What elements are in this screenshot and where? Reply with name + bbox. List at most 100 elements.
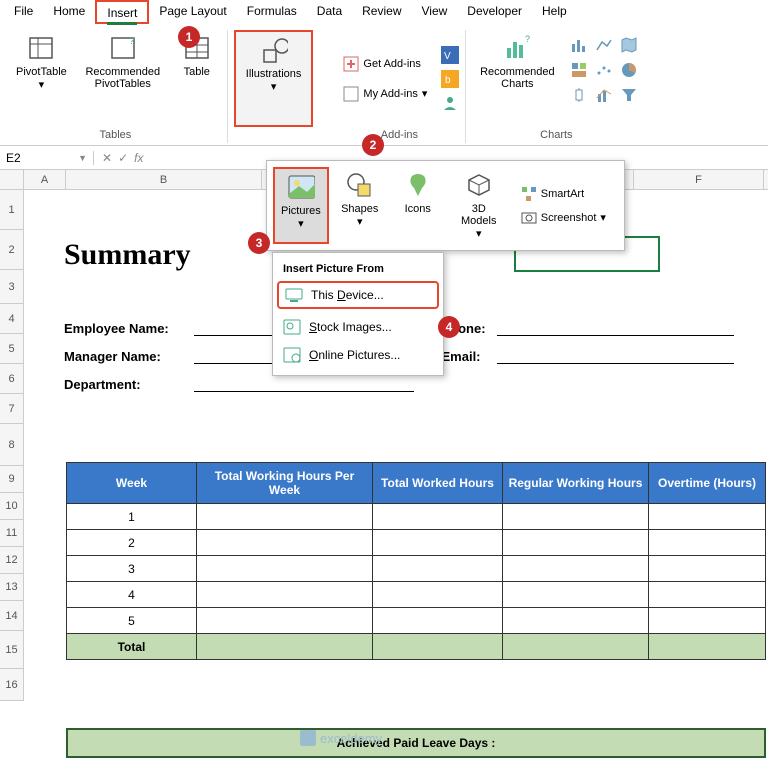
tables-group-label: Tables <box>99 127 131 143</box>
3d-models-button[interactable]: 3D Models ▾ <box>449 167 509 244</box>
recommended-charts-label: Recommended Charts <box>478 66 556 90</box>
pivottable-button[interactable]: PivotTable ▾ <box>10 30 73 127</box>
badge-4: 4 <box>438 316 460 338</box>
3d-models-icon <box>465 171 493 199</box>
recommended-pivottables-button[interactable]: ? Recommended PivotTables <box>79 30 167 127</box>
chart-column-icon[interactable] <box>568 34 590 56</box>
pictures-button[interactable]: Pictures ▾ <box>273 167 329 244</box>
insert-picture-from-panel: Insert Picture From This Device... Stock… <box>272 252 444 376</box>
menu-page-layout[interactable]: Page Layout <box>149 0 236 24</box>
illustrations-label: Illustrations <box>246 68 302 80</box>
row-5[interactable]: 5 <box>0 334 24 364</box>
icons-button[interactable]: Icons <box>391 167 445 244</box>
row-4[interactable]: 4 <box>0 304 24 334</box>
menu-formulas[interactable]: Formulas <box>237 0 307 24</box>
chart-combo-icon[interactable] <box>593 84 615 106</box>
shapes-button[interactable]: Shapes ▾ <box>333 167 387 244</box>
stock-images-label: Stock Images... <box>309 320 392 334</box>
name-box-value: E2 <box>6 151 21 165</box>
chart-hierarchy-icon[interactable] <box>568 59 590 81</box>
pivottable-icon <box>27 34 55 62</box>
row-15[interactable]: 15 <box>0 631 24 669</box>
chart-type-grid <box>568 30 640 127</box>
chart-scatter-icon[interactable] <box>593 59 615 81</box>
row-10[interactable]: 10 <box>0 493 24 520</box>
menu-data[interactable]: Data <box>307 0 352 24</box>
badge-1: 1 <box>178 26 200 48</box>
menu-file[interactable]: File <box>4 0 43 24</box>
get-addins-icon <box>343 56 359 72</box>
th-twh: Total Worked Hours <box>373 463 503 504</box>
row-1[interactable]: 1 <box>0 190 24 230</box>
chart-stats-icon[interactable] <box>568 84 590 106</box>
pictures-icon <box>287 173 315 201</box>
row-8[interactable]: 8 <box>0 424 24 466</box>
this-device-option[interactable]: This Device... <box>277 281 439 309</box>
fx-icon[interactable]: fx <box>134 151 143 165</box>
my-addins-icon <box>343 86 359 102</box>
bing-icon[interactable]: b <box>441 70 459 88</box>
screenshot-label: Screenshot <box>541 212 597 224</box>
row-7[interactable]: 7 <box>0 394 24 424</box>
phone-field[interactable] <box>497 320 735 336</box>
3d-models-label: 3D Models <box>455 203 503 227</box>
my-addins-button[interactable]: My Add-ins ▾ <box>339 84 431 104</box>
row-13[interactable]: 13 <box>0 574 24 601</box>
illustrations-icon <box>260 36 288 64</box>
menu-developer[interactable]: Developer <box>457 0 532 24</box>
watermark-icon <box>300 730 316 746</box>
chart-pie-icon[interactable] <box>618 59 640 81</box>
page-title: Summary <box>24 238 191 272</box>
table-row: 5 <box>67 608 766 634</box>
col-F[interactable]: F <box>634 170 764 189</box>
illustrations-button[interactable]: Illustrations ▾ <box>234 30 314 127</box>
confirm-icon[interactable]: ✓ <box>118 151 128 165</box>
row-2[interactable]: 2 <box>0 230 24 270</box>
visio-icon[interactable]: V <box>441 46 459 64</box>
this-device-icon <box>285 287 303 303</box>
insert-picture-from-title: Insert Picture From <box>273 259 443 281</box>
chart-map-icon[interactable] <box>618 34 640 56</box>
row-12[interactable]: 12 <box>0 547 24 574</box>
department-field[interactable] <box>194 376 414 392</box>
email-field[interactable] <box>497 348 735 364</box>
screenshot-button[interactable]: Screenshot ▾ <box>517 208 610 228</box>
pictures-label: Pictures <box>281 205 321 217</box>
chevron-down-icon: ▼ <box>78 153 87 163</box>
chevron-down-icon: ▾ <box>271 80 277 93</box>
row-11[interactable]: 11 <box>0 520 24 547</box>
my-addins-label: My Add-ins <box>363 88 417 100</box>
cancel-icon[interactable]: ✕ <box>102 151 112 165</box>
menu-view[interactable]: View <box>412 0 458 24</box>
online-pictures-icon <box>283 347 301 363</box>
th-week: Week <box>67 463 197 504</box>
svg-text:?: ? <box>129 36 135 47</box>
get-addins-label: Get Add-ins <box>363 58 420 70</box>
row-3[interactable]: 3 <box>0 270 24 304</box>
stock-images-option[interactable]: Stock Images... <box>273 313 443 341</box>
smartart-button[interactable]: SmartArt <box>517 184 610 204</box>
menu-help[interactable]: Help <box>532 0 577 24</box>
recommended-charts-button[interactable]: ? Recommended Charts <box>472 30 562 127</box>
online-pictures-option[interactable]: Online Pictures... <box>273 341 443 369</box>
col-B[interactable]: B <box>66 170 262 189</box>
ribbon-group-addins: Get Add-ins My Add-ins ▾ V b Add-ins <box>319 30 466 143</box>
row-9[interactable]: 9 <box>0 466 24 493</box>
row-14[interactable]: 14 <box>0 601 24 631</box>
col-A[interactable]: A <box>24 170 66 189</box>
ribbon: PivotTable ▾ ? Recommended PivotTables T… <box>0 24 768 146</box>
get-addins-button[interactable]: Get Add-ins <box>339 54 431 74</box>
chart-funnel-icon[interactable] <box>618 84 640 106</box>
menu-insert[interactable]: Insert <box>95 0 149 24</box>
people-icon[interactable] <box>441 94 459 112</box>
row-16[interactable]: 16 <box>0 669 24 701</box>
row-6[interactable]: 6 <box>0 364 24 394</box>
th-twhpw: Total Working Hours Per Week <box>197 463 373 504</box>
chart-line-icon[interactable] <box>593 34 615 56</box>
menu-home[interactable]: Home <box>43 0 95 24</box>
chevron-down-icon: ▾ <box>422 87 428 100</box>
name-box[interactable]: E2 ▼ <box>0 151 94 165</box>
menu-review[interactable]: Review <box>352 0 411 24</box>
table-row: 2 <box>67 530 766 556</box>
select-all-corner[interactable] <box>0 170 24 189</box>
